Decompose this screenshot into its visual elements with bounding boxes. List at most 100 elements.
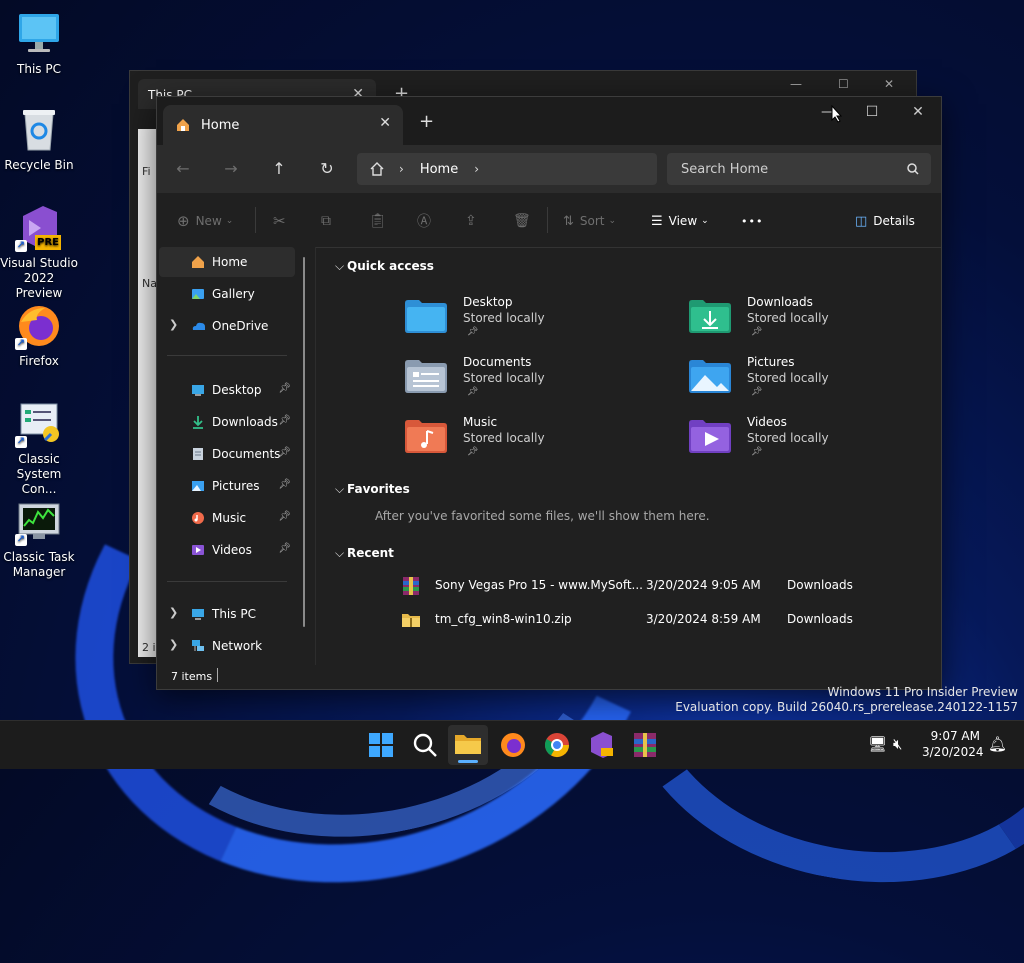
new-button[interactable]: ⊕ New ⌄ xyxy=(177,211,233,231)
details-button[interactable]: ◫ Details xyxy=(855,211,915,231)
pictures-icon xyxy=(192,481,204,491)
close-icon[interactable]: ✕ xyxy=(379,115,391,131)
favorites-empty-message: After you've favorited some files, we'll… xyxy=(375,509,710,523)
sidebar-item-pictures[interactable]: Pictures 📌︎ xyxy=(159,471,295,501)
search-input[interactable]: Search Home xyxy=(681,162,768,177)
recent-file-name: tm_cfg_win8-win10.zip xyxy=(435,612,572,626)
pin-icon[interactable]: 📌︎ xyxy=(278,511,291,522)
sidebar-item-this-pc[interactable]: ❯ This PC xyxy=(159,599,295,629)
file-explorer-window[interactable]: Home ✕ + — ☐ ✕ ← → ↑ ↻ › Home › Search H… xyxy=(156,96,942,690)
background-fragment: Fi xyxy=(142,165,151,178)
pin-icon[interactable]: 📌︎ xyxy=(278,383,291,394)
visual-studio-taskbar-button[interactable] xyxy=(587,731,615,759)
divider xyxy=(167,581,287,582)
close-button[interactable]: ✕ xyxy=(884,77,894,91)
maximize-button[interactable]: ☐ xyxy=(838,77,849,91)
quick-access-desktop[interactable]: Desktop Stored locally 📌︎ xyxy=(405,295,665,347)
up-arrow-icon[interactable]: ↑ xyxy=(267,157,291,181)
desktop-icon-this-pc[interactable]: This PC xyxy=(0,10,78,77)
paste-icon[interactable]: 📋︎ xyxy=(369,211,387,231)
command-bar: ⊕ New ⌄ ✂ ⧉ 📋︎ Ⓐ ⇪ 🗑︎ ⇅ Sort ⌄ ☰ View ⌄ … xyxy=(157,193,941,248)
quick-access-videos[interactable]: Videos Stored locally 📌︎ xyxy=(689,415,949,467)
title-bar[interactable]: Home ✕ + — ☐ ✕ xyxy=(157,97,941,145)
minimize-button[interactable]: — xyxy=(790,77,802,91)
sidebar-item-label: Videos xyxy=(212,543,252,557)
address-bar[interactable]: › Home › xyxy=(357,153,657,185)
divider xyxy=(217,668,218,682)
sidebar-item-label: Desktop xyxy=(212,383,262,397)
desktop-icon-visual-studio[interactable]: PRE ↗ Visual Studio 2022 Preview xyxy=(0,204,78,301)
rename-icon[interactable]: Ⓐ xyxy=(417,211,431,231)
maximize-button[interactable]: ☐ xyxy=(849,97,895,129)
desktop-icon-recycle-bin[interactable]: Recycle Bin xyxy=(0,106,78,173)
search-box[interactable]: Search Home xyxy=(667,153,931,185)
sidebar-item-gallery[interactable]: Gallery xyxy=(159,279,295,309)
copy-icon[interactable]: ⧉ xyxy=(321,211,331,231)
quick-access-music[interactable]: Music Stored locally 📌︎ xyxy=(405,415,665,467)
quick-access-documents[interactable]: Documents Stored locally 📌︎ xyxy=(405,355,665,407)
desktop-icon-classic-system-config[interactable]: ↗ Classic System Con... xyxy=(0,400,78,497)
close-button[interactable]: ✕ xyxy=(895,97,941,129)
shortcut-arrow-icon: ↗ xyxy=(15,436,27,448)
desktop-icon-classic-task-manager[interactable]: ↗ Classic Task Manager xyxy=(0,498,78,580)
file-explorer-taskbar-button[interactable] xyxy=(448,725,488,765)
search-button[interactable] xyxy=(411,731,439,759)
network-status-icon[interactable]: 🖥︎ xyxy=(868,735,887,753)
sort-label: Sort xyxy=(579,214,605,228)
chevron-right-icon[interactable]: ❯ xyxy=(169,318,178,331)
chevron-right-icon[interactable]: ❯ xyxy=(169,606,178,619)
desktop-icon-firefox[interactable]: ↗ Firefox xyxy=(0,302,78,369)
sidebar-item-videos[interactable]: Videos 📌︎ xyxy=(159,535,295,565)
home-icon xyxy=(192,256,204,268)
tab-home[interactable]: Home ✕ xyxy=(163,105,403,145)
share-icon[interactable]: ⇪ xyxy=(465,211,477,231)
sidebar-item-network[interactable]: ❯ Network xyxy=(159,631,295,661)
sidebar-scrollbar[interactable] xyxy=(303,257,305,627)
refresh-icon[interactable]: ↻ xyxy=(315,157,339,181)
search-icon xyxy=(413,733,437,757)
quick-access-downloads[interactable]: Downloads Stored locally 📌︎ xyxy=(689,295,949,347)
volume-muted-icon[interactable]: 🔇︎ xyxy=(893,735,902,753)
minimize-button[interactable]: — xyxy=(805,97,851,129)
quick-access-header[interactable]: ⌵ Quick access xyxy=(335,259,434,274)
details-pane-icon: ◫ xyxy=(855,213,868,229)
sidebar-item-downloads[interactable]: Downloads 📌︎ xyxy=(159,407,295,437)
desktop-icon-label: Classic Task Manager xyxy=(3,550,75,579)
start-button[interactable] xyxy=(367,731,395,759)
active-indicator xyxy=(458,760,478,763)
recent-row[interactable]: Sony Vegas Pro 15 - www.MySoft... 3/20/2… xyxy=(401,573,871,599)
view-button[interactable]: ☰ View ⌄ xyxy=(651,211,709,231)
sidebar-item-documents[interactable]: Documents 📌︎ xyxy=(159,439,295,469)
favorites-header[interactable]: ⌵ Favorites xyxy=(335,482,410,497)
sort-button[interactable]: ⇅ Sort ⌄ xyxy=(563,211,616,231)
new-tab-button[interactable]: + xyxy=(419,111,434,132)
chevron-right-icon[interactable]: ❯ xyxy=(169,638,178,651)
clock[interactable]: 9:07 AM 3/20/2024 xyxy=(922,728,984,760)
sidebar-item-music[interactable]: Music 📌︎ xyxy=(159,503,295,533)
breadcrumb-home[interactable]: Home xyxy=(420,162,458,177)
recent-header[interactable]: ⌵ Recent xyxy=(335,546,394,561)
pin-icon[interactable]: 📌︎ xyxy=(278,447,291,458)
chevron-down-icon: ⌵ xyxy=(335,481,345,496)
firefox-taskbar-button[interactable] xyxy=(499,731,527,759)
quick-access-pictures[interactable]: Pictures Stored locally 📌︎ xyxy=(689,355,949,407)
sidebar-item-desktop[interactable]: Desktop 📌︎ xyxy=(159,375,295,405)
home-icon xyxy=(177,119,189,131)
pin-icon[interactable]: 📌︎ xyxy=(278,479,291,490)
pin-icon[interactable]: 📌︎ xyxy=(278,415,291,426)
breadcrumb-separator[interactable]: › xyxy=(474,162,479,176)
chrome-taskbar-button[interactable] xyxy=(543,731,571,759)
cut-icon[interactable]: ✂ xyxy=(273,211,286,231)
back-arrow-icon[interactable]: ← xyxy=(171,157,195,181)
forward-arrow-icon[interactable]: → xyxy=(219,157,243,181)
winrar-taskbar-button[interactable] xyxy=(631,731,659,759)
pin-icon[interactable]: 📌︎ xyxy=(278,543,291,554)
plus-circle-icon: ⊕ xyxy=(177,212,190,230)
delete-icon[interactable]: 🗑︎ xyxy=(513,211,531,231)
sidebar-item-onedrive[interactable]: ❯ OneDrive xyxy=(159,311,295,341)
more-options-button[interactable]: ••• xyxy=(741,211,763,231)
notification-bell-icon[interactable]: 🔔︎ xyxy=(988,735,1007,753)
recent-row[interactable]: tm_cfg_win8-win10.zip 3/20/2024 8:59 AM … xyxy=(401,607,871,633)
sidebar-item-home[interactable]: Home xyxy=(159,247,295,277)
watermark-line: Windows 11 Pro Insider Preview xyxy=(827,685,1018,699)
